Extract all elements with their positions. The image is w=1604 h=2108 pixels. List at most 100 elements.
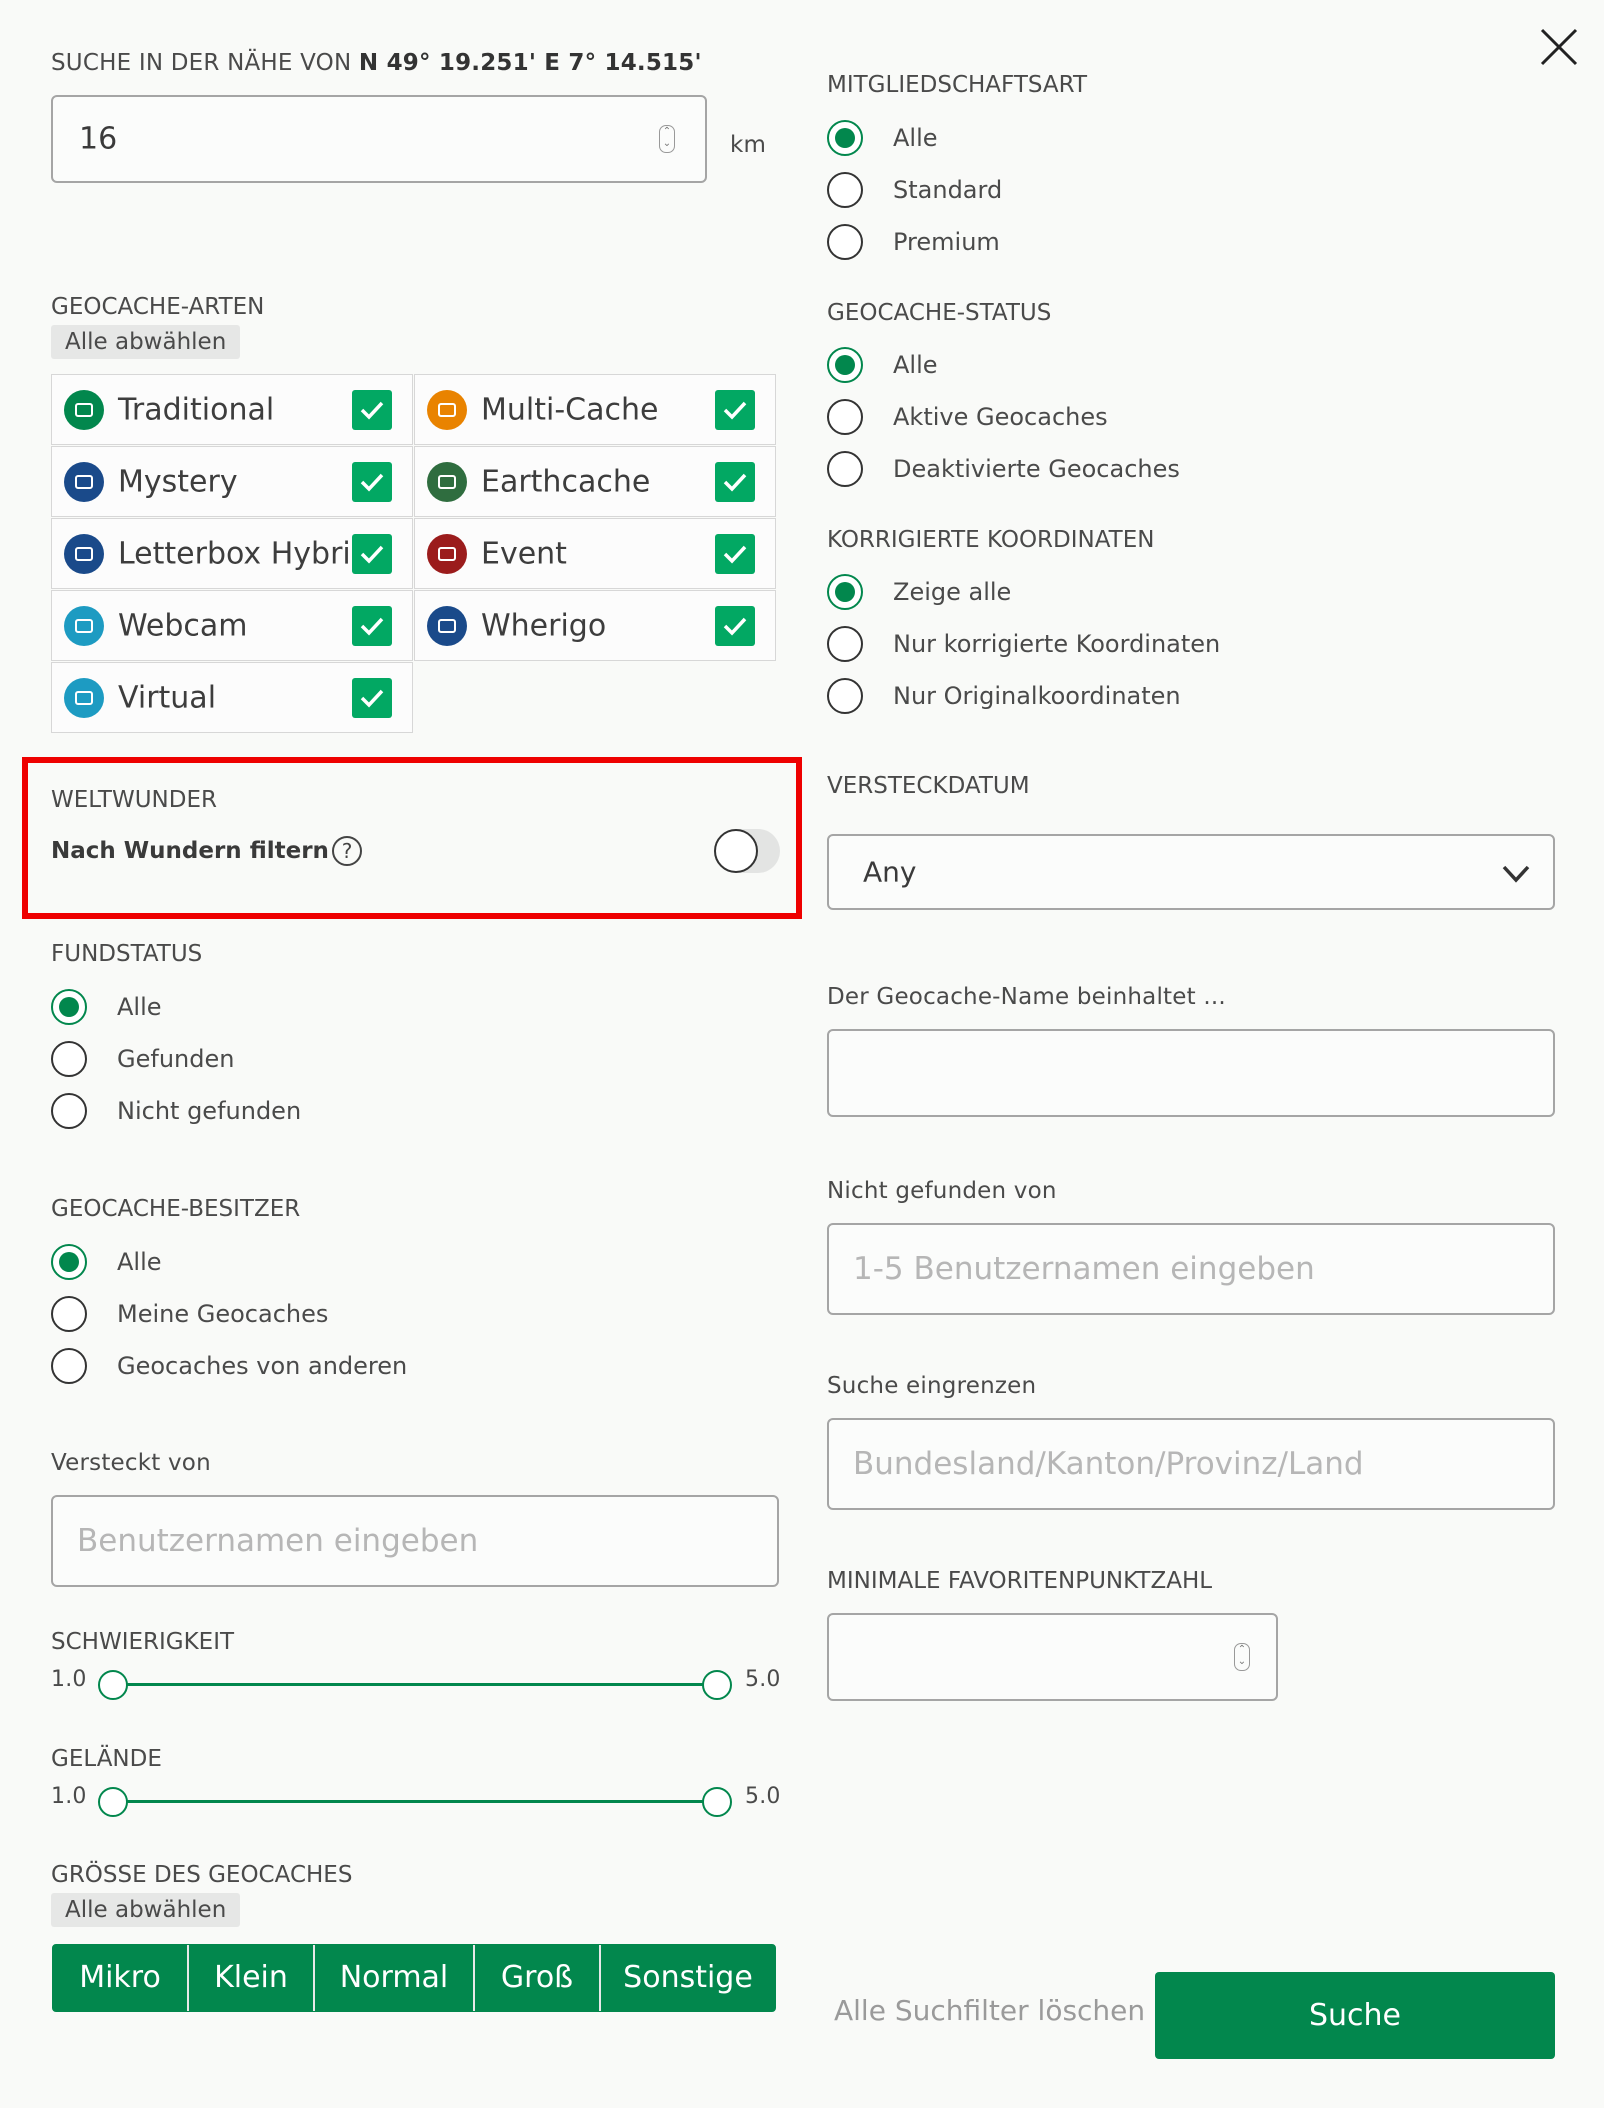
not-found-by-input[interactable]: 1-5 Benutzernamen eingeben	[827, 1223, 1555, 1315]
size-deselect-button[interactable]: Alle abwählen	[51, 1893, 241, 1927]
membership-option[interactable]: Premium	[827, 219, 1000, 265]
owner-radio[interactable]	[51, 1244, 87, 1280]
cache-type-item[interactable]: Letterbox Hybrid	[51, 518, 413, 589]
virtual-icon	[64, 678, 104, 718]
difficulty-max: 5.0	[745, 1667, 781, 1692]
cache-type-item[interactable]: Virtual	[51, 662, 413, 733]
cache-status-radio[interactable]	[827, 347, 863, 383]
corrected-radio[interactable]	[827, 574, 863, 610]
size-option-button[interactable]: Sonstige	[601, 1945, 775, 2011]
cache-type-checkbox[interactable]	[352, 534, 392, 574]
found-status-option[interactable]: Nicht gefunden	[51, 1088, 301, 1134]
size-button-group: Mikro Klein Normal Groß Sonstige	[52, 1944, 776, 2012]
cache-type-item[interactable]: Earthcache	[414, 446, 776, 517]
name-contains-label: Der Geocache-Name beinhaltet ...	[827, 984, 1226, 1010]
corrected-option[interactable]: Nur korrigierte Koordinaten	[827, 621, 1220, 667]
terrain-min: 1.0	[51, 1784, 87, 1809]
cache-type-checkbox[interactable]	[352, 390, 392, 430]
cache-type-item[interactable]: Event	[414, 518, 776, 589]
min-fav-input[interactable]: ⌃ ⌄	[827, 1613, 1278, 1701]
event-icon	[427, 534, 467, 574]
cache-status-option[interactable]: Aktive Geocaches	[827, 394, 1108, 440]
cache-type-checkbox[interactable]	[715, 534, 755, 574]
owner-option[interactable]: Alle	[51, 1239, 162, 1285]
wonders-toggle[interactable]	[714, 829, 780, 873]
difficulty-track	[113, 1683, 717, 1686]
hidden-by-label: Versteckt von	[51, 1450, 211, 1476]
hidden-date-value: Any	[863, 855, 917, 889]
found-status-option[interactable]: Gefunden	[51, 1036, 234, 1082]
traditional-icon	[64, 390, 104, 430]
owner-label: Alle	[117, 1248, 162, 1276]
cache-type-item[interactable]: Mystery	[51, 446, 413, 517]
membership-radio[interactable]	[827, 120, 863, 156]
hidden-by-input[interactable]: Benutzernamen eingeben	[51, 1495, 779, 1587]
terrain-min-handle[interactable]	[98, 1787, 128, 1817]
cache-type-item[interactable]: Wherigo	[414, 590, 776, 661]
cache-status-radio[interactable]	[827, 451, 863, 487]
size-option-button[interactable]: Mikro	[53, 1945, 189, 2011]
help-icon[interactable]: ?	[332, 836, 362, 866]
cache-type-name: Wherigo	[481, 608, 607, 643]
hidden-date-select[interactable]: Any	[827, 834, 1555, 910]
cache-status-radio[interactable]	[827, 399, 863, 435]
found-status-heading: FUNDSTATUS	[51, 941, 203, 967]
membership-option[interactable]: Alle	[827, 115, 938, 161]
wonders-toggle-label: Nach Wundern filtern	[51, 838, 329, 864]
types-deselect-button[interactable]: Alle abwählen	[51, 325, 241, 359]
radius-input[interactable]: 16 ⌃ ⌄	[51, 95, 707, 183]
owner-radio[interactable]	[51, 1348, 87, 1384]
webcam-icon	[64, 606, 104, 646]
cache-type-checkbox[interactable]	[715, 462, 755, 502]
cache-type-checkbox[interactable]	[352, 678, 392, 718]
terrain-track	[113, 1800, 717, 1803]
membership-radio[interactable]	[827, 224, 863, 260]
cache-status-option[interactable]: Deaktivierte Geocaches	[827, 446, 1180, 492]
cache-type-checkbox[interactable]	[715, 606, 755, 646]
membership-label: Alle	[893, 124, 938, 152]
cache-type-item[interactable]: Traditional	[51, 374, 413, 445]
radius-value: 16	[79, 121, 118, 157]
difficulty-max-handle[interactable]	[702, 1670, 732, 1700]
clear-filters-link[interactable]: Alle Suchfilter löschen	[834, 1994, 1145, 2027]
corrected-radio[interactable]	[827, 626, 863, 662]
owner-radio[interactable]	[51, 1296, 87, 1332]
radius-stepper[interactable]: ⌃ ⌄	[659, 125, 675, 153]
search-button[interactable]: Suche	[1155, 1972, 1555, 2059]
found-status-radio[interactable]	[51, 1041, 87, 1077]
min-fav-stepper[interactable]: ⌃ ⌄	[1234, 1643, 1250, 1671]
found-status-label: Nicht gefunden	[117, 1097, 302, 1125]
cache-type-item[interactable]: Multi-Cache	[414, 374, 776, 445]
found-status-radio[interactable]	[51, 1093, 87, 1129]
cache-type-checkbox[interactable]	[352, 462, 392, 502]
size-option-button[interactable]: Groß	[475, 1945, 601, 2011]
cache-type-name: Earthcache	[481, 464, 651, 499]
owner-option[interactable]: Meine Geocaches	[51, 1291, 328, 1337]
corrected-option[interactable]: Zeige alle	[827, 569, 1011, 615]
hidden-by-placeholder: Benutzernamen eingeben	[77, 1523, 479, 1559]
cache-type-checkbox[interactable]	[715, 390, 755, 430]
membership-option[interactable]: Standard	[827, 167, 1002, 213]
letterbox-icon	[64, 534, 104, 574]
wonders-heading: WELTWUNDER	[51, 787, 217, 813]
owner-option[interactable]: Geocaches von anderen	[51, 1343, 407, 1389]
cache-status-label: Alle	[893, 351, 938, 379]
name-contains-input[interactable]	[827, 1029, 1555, 1117]
size-option-button[interactable]: Klein	[189, 1945, 315, 2011]
found-status-radio[interactable]	[51, 989, 87, 1025]
membership-radio[interactable]	[827, 172, 863, 208]
earthcache-icon	[427, 462, 467, 502]
close-button[interactable]	[1538, 26, 1580, 68]
size-option-button[interactable]: Normal	[315, 1945, 475, 2011]
cache-type-checkbox[interactable]	[352, 606, 392, 646]
found-status-label: Alle	[117, 993, 162, 1021]
corrected-option[interactable]: Nur Originalkoordinaten	[827, 673, 1181, 719]
difficulty-min-handle[interactable]	[98, 1670, 128, 1700]
close-icon	[1540, 28, 1578, 66]
narrow-input[interactable]: Bundesland/Kanton/Provinz/Land	[827, 1418, 1555, 1510]
corrected-radio[interactable]	[827, 678, 863, 714]
found-status-option[interactable]: Alle	[51, 984, 162, 1030]
cache-status-option[interactable]: Alle	[827, 342, 938, 388]
terrain-max-handle[interactable]	[702, 1787, 732, 1817]
cache-type-item[interactable]: Webcam	[51, 590, 413, 661]
